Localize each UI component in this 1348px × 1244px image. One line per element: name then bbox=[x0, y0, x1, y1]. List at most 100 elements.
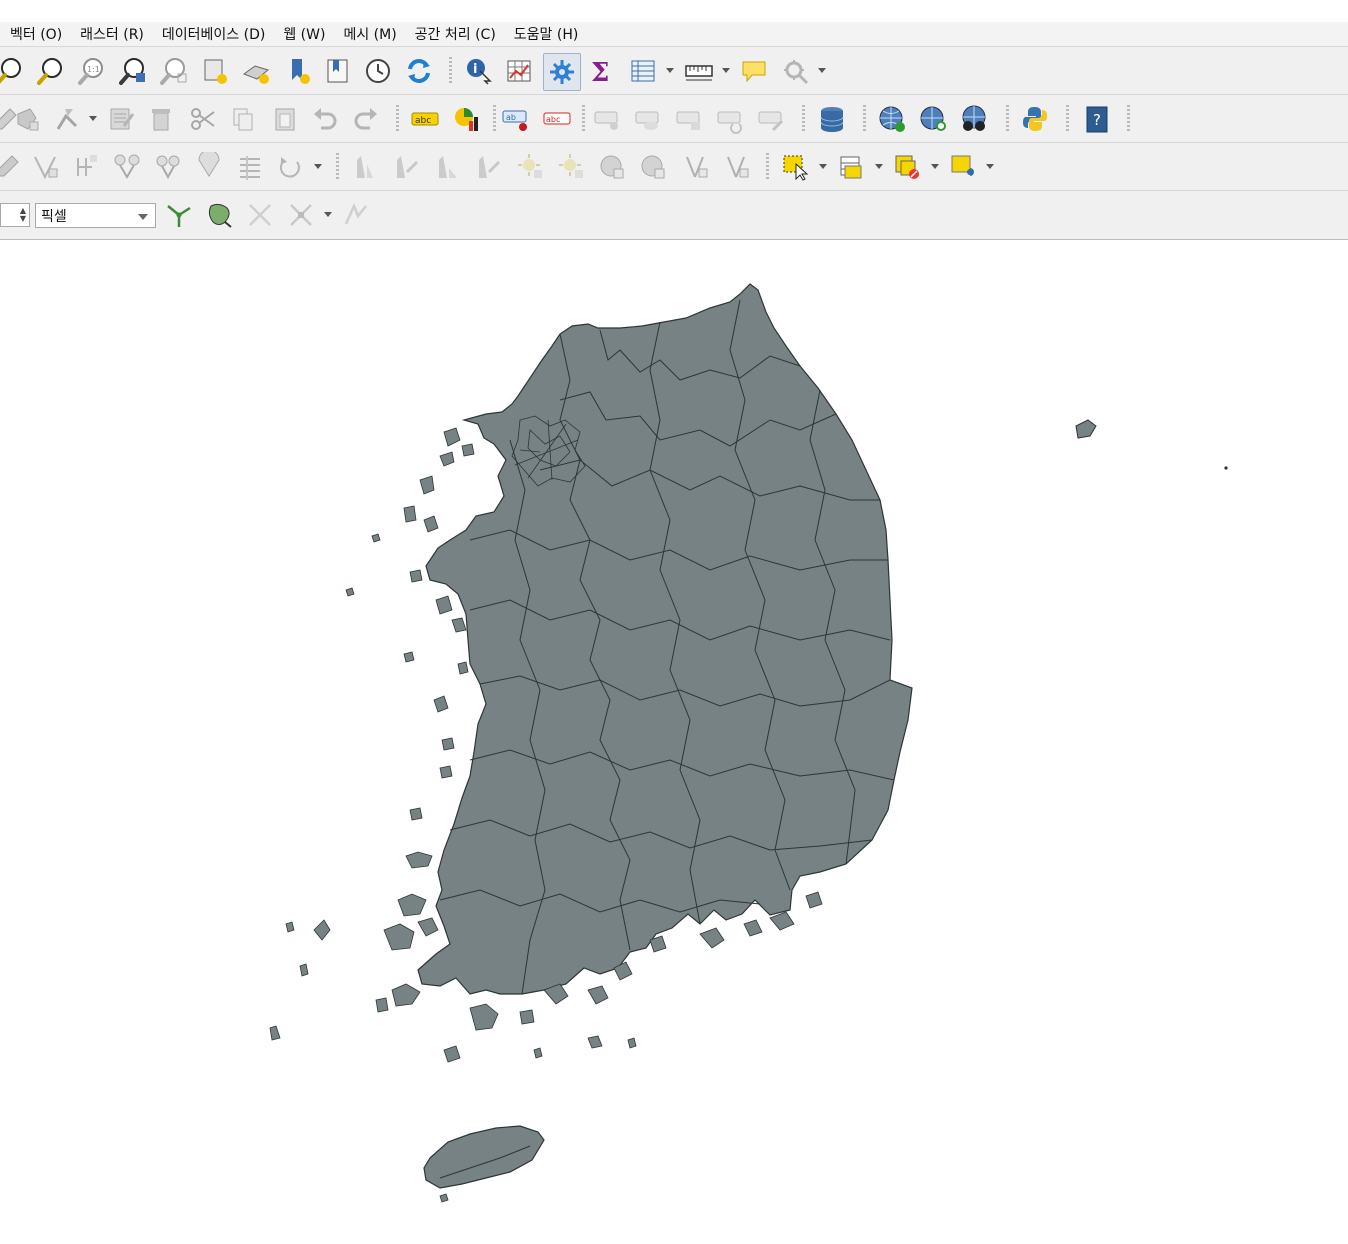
metasearch-icon[interactable] bbox=[957, 102, 991, 136]
copy-icon[interactable] bbox=[226, 102, 260, 136]
open-table-icon[interactable] bbox=[626, 54, 660, 88]
menu-database[interactable]: 데이터베이스 (D) bbox=[162, 24, 265, 44]
split-features-icon[interactable] bbox=[110, 150, 144, 184]
snap-tolerance-spinbox[interactable]: ▲ ▼ bbox=[0, 203, 30, 227]
rotate-feature-icon[interactable] bbox=[273, 150, 307, 184]
cut-icon[interactable] bbox=[186, 102, 220, 136]
zoom-native-icon[interactable]: 1:1 bbox=[74, 54, 108, 88]
align-right-icon[interactable] bbox=[431, 150, 465, 184]
new-map-view-icon[interactable] bbox=[198, 54, 232, 88]
edit-form-icon[interactable] bbox=[104, 102, 138, 136]
python-icon[interactable] bbox=[1018, 102, 1052, 136]
vertex-delete-icon[interactable] bbox=[720, 150, 754, 184]
delete-icon[interactable] bbox=[144, 102, 178, 136]
merge-dropdown[interactable] bbox=[89, 116, 97, 121]
mainland-polygon bbox=[417, 283, 913, 995]
select-location-dropdown[interactable] bbox=[986, 164, 994, 169]
label-properties-icon[interactable] bbox=[754, 102, 788, 136]
database-icon[interactable] bbox=[815, 102, 849, 136]
measure-icon[interactable] bbox=[682, 54, 716, 88]
rotate-label-icon[interactable] bbox=[672, 102, 706, 136]
offset-curve-icon[interactable] bbox=[70, 150, 104, 184]
deselect-dropdown[interactable] bbox=[931, 164, 939, 169]
menu-web[interactable]: 웹 (W) bbox=[283, 24, 325, 44]
rotate-dropdown[interactable] bbox=[314, 164, 322, 169]
wms-icon[interactable] bbox=[875, 102, 909, 136]
attribute-select-icon[interactable] bbox=[834, 150, 868, 184]
menu-help[interactable]: 도움말 (H) bbox=[514, 24, 579, 44]
select-zoom-dropdown[interactable] bbox=[818, 68, 826, 73]
undo-icon[interactable] bbox=[308, 102, 342, 136]
toolbar-separator bbox=[449, 57, 452, 85]
select-location-icon[interactable] bbox=[946, 150, 980, 184]
snap-intersection-icon[interactable] bbox=[203, 198, 237, 232]
help-icon[interactable]: ? bbox=[1080, 102, 1114, 136]
diagram-icon[interactable] bbox=[450, 102, 484, 136]
reshape-icon[interactable] bbox=[0, 150, 24, 184]
open-table-dropdown[interactable] bbox=[666, 68, 674, 73]
new-3d-view-icon[interactable] bbox=[239, 54, 273, 88]
circle-area-icon[interactable] bbox=[637, 150, 671, 184]
paste-icon[interactable] bbox=[268, 102, 302, 136]
toolbar-separator bbox=[1066, 105, 1069, 133]
select-zoom-icon[interactable] bbox=[778, 54, 812, 88]
wms-search-icon[interactable] bbox=[916, 102, 950, 136]
move-label-icon[interactable] bbox=[590, 102, 624, 136]
snap-topology-icon[interactable] bbox=[162, 198, 196, 232]
bookmark-new-icon[interactable] bbox=[281, 54, 315, 88]
preview-label-icon[interactable] bbox=[631, 102, 665, 136]
refresh-icon[interactable] bbox=[402, 54, 436, 88]
pin-label-icon[interactable]: ab bbox=[499, 102, 533, 136]
redo-icon[interactable] bbox=[349, 102, 383, 136]
select-by-area-dropdown[interactable] bbox=[819, 164, 827, 169]
processing-toolbox-icon[interactable] bbox=[543, 53, 581, 91]
align-left-icon[interactable] bbox=[349, 150, 383, 184]
snap-unit-value: 픽셀 bbox=[41, 209, 67, 225]
map-canvas[interactable] bbox=[0, 240, 1348, 1240]
menu-mesh[interactable]: 메시 (M) bbox=[343, 24, 396, 44]
simplify-icon[interactable] bbox=[233, 150, 267, 184]
menu-vector[interactable]: 벡터 (O) bbox=[10, 24, 62, 44]
align-edit-icon[interactable] bbox=[389, 150, 423, 184]
split-parts-icon[interactable] bbox=[151, 150, 185, 184]
toolbar-separator bbox=[863, 105, 866, 133]
select-by-area-icon[interactable] bbox=[778, 150, 812, 184]
attribute-table-icon[interactable] bbox=[502, 54, 536, 88]
menu-processing[interactable]: 공간 처리 (C) bbox=[415, 24, 496, 44]
label-tool-icon[interactable]: abc bbox=[408, 102, 442, 136]
merge-icon[interactable] bbox=[51, 102, 85, 136]
toolbar-separator bbox=[336, 153, 339, 181]
toolbar-separator bbox=[582, 105, 585, 133]
temporal-clock-icon[interactable] bbox=[361, 54, 395, 88]
merge-selected-icon[interactable] bbox=[192, 150, 226, 184]
snap-self-icon[interactable] bbox=[284, 198, 318, 232]
spin-arrows-icon[interactable]: ▲ ▼ bbox=[20, 207, 26, 223]
deselect-icon[interactable] bbox=[890, 150, 924, 184]
menu-raster[interactable]: 래스터 (R) bbox=[80, 24, 144, 44]
bookmarks-icon[interactable] bbox=[321, 54, 355, 88]
attribute-select-dropdown[interactable] bbox=[875, 164, 883, 169]
zoom-to-selection-icon[interactable] bbox=[116, 54, 150, 88]
circle-point-icon[interactable] bbox=[596, 150, 630, 184]
zoom-in-icon[interactable] bbox=[0, 54, 26, 88]
zoom-out-icon[interactable] bbox=[33, 54, 67, 88]
statistics-sigma-icon[interactable]: Σ bbox=[584, 54, 618, 88]
sun-add-icon[interactable] bbox=[514, 150, 548, 184]
add-ring-icon[interactable] bbox=[29, 150, 63, 184]
snap-unit-combo[interactable]: 픽셀 bbox=[35, 203, 156, 228]
vertex-tool-icon[interactable] bbox=[10, 102, 44, 136]
show-label-icon[interactable]: abc bbox=[540, 102, 574, 136]
identify-icon[interactable]: i bbox=[461, 54, 495, 88]
measure-dropdown[interactable] bbox=[722, 68, 730, 73]
svg-text:Σ: Σ bbox=[591, 58, 609, 86]
snap-tracing-icon[interactable] bbox=[243, 198, 277, 232]
vertex-add-icon[interactable] bbox=[679, 150, 713, 184]
zoom-to-layer-icon[interactable] bbox=[157, 54, 191, 88]
window-top-strip bbox=[0, 0, 1348, 22]
change-label-icon[interactable] bbox=[713, 102, 747, 136]
snap-scale-icon[interactable] bbox=[338, 198, 372, 232]
snap-self-dropdown[interactable] bbox=[324, 212, 332, 217]
align-edit2-icon[interactable] bbox=[471, 150, 505, 184]
map-tips-icon[interactable] bbox=[737, 54, 771, 88]
sun-edit-icon[interactable] bbox=[555, 150, 589, 184]
